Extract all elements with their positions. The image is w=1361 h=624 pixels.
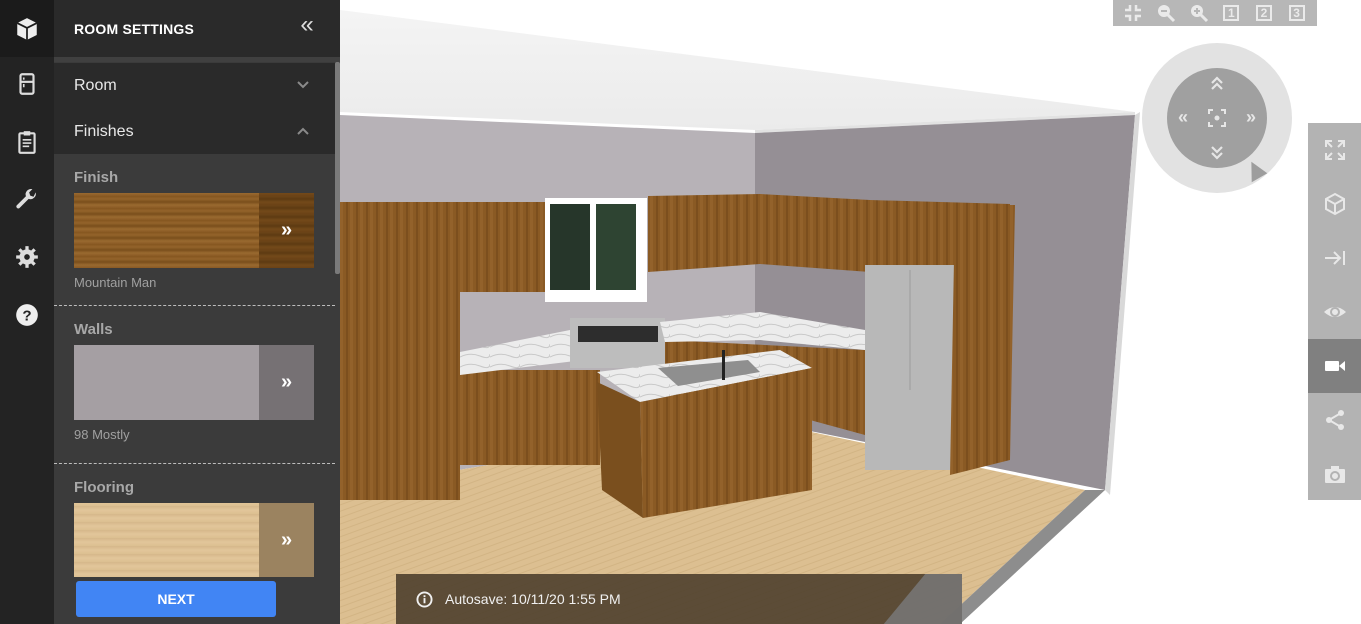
cube-outline-icon	[1324, 192, 1345, 216]
window-glass	[550, 204, 590, 290]
autosave-text: Autosave: 10/11/20 1:55 PM	[445, 591, 621, 607]
window-glass	[596, 204, 636, 290]
eye-icon	[1323, 307, 1346, 317]
room-settings-panel: ROOM SETTINGS « Room Finishes Finish » M…	[54, 0, 340, 624]
view-2-button[interactable]: 2	[1252, 2, 1276, 24]
rail-tools-button[interactable]	[0, 171, 54, 228]
double-chevron-up-icon	[1211, 76, 1223, 90]
next-button[interactable]: NEXT	[76, 581, 276, 617]
gear-icon	[16, 245, 38, 268]
double-chevron-left-icon: «	[1177, 106, 1188, 127]
pan-up-button[interactable]	[1206, 72, 1228, 94]
dial-inner: « »	[1167, 68, 1267, 168]
pan-left-button[interactable]: «	[1172, 106, 1194, 128]
fullscreen-button[interactable]	[1308, 123, 1361, 177]
arrow-to-right-icon	[1324, 251, 1345, 265]
focus-center-icon	[1208, 109, 1226, 127]
zoom-out-icon	[1157, 5, 1176, 23]
panel-title: ROOM SETTINGS	[74, 20, 195, 37]
camera-icon	[1324, 466, 1345, 483]
double-chevron-right-icon: »	[280, 219, 293, 241]
kitchen-planner-app: ? ROOM SETTINGS « Room Finishes Finish »…	[0, 0, 1361, 624]
zoom-out-button[interactable]	[1154, 2, 1178, 24]
share-icon	[1325, 410, 1344, 430]
view-1-label: 1	[1223, 5, 1240, 21]
svg-text:?: ?	[22, 307, 31, 324]
finish-label: Finish	[74, 169, 119, 186]
flooring-label: Flooring	[74, 479, 134, 496]
finish-swatch-texture	[74, 193, 259, 268]
exit-fullscreen-button[interactable]	[1121, 2, 1145, 24]
clipboard-icon	[18, 130, 36, 154]
cube-icon	[16, 17, 38, 40]
view-2-label: 2	[1255, 5, 1272, 21]
flooring-swatch[interactable]: »	[74, 503, 314, 577]
rail-help-button[interactable]: ?	[0, 286, 54, 343]
jump-to-button[interactable]	[1308, 231, 1361, 285]
base-cabinet	[460, 370, 600, 465]
faucet	[722, 350, 725, 380]
view-3-button[interactable]: 3	[1285, 2, 1309, 24]
section-divider	[54, 305, 335, 306]
pan-right-button[interactable]: »	[1240, 106, 1262, 128]
wrench-icon	[16, 188, 36, 208]
double-chevron-down-icon	[1211, 146, 1223, 160]
help-icon: ?	[16, 303, 38, 326]
rail-settings-button[interactable]	[0, 228, 54, 285]
share-button[interactable]	[1308, 393, 1361, 447]
double-chevron-right-icon: »	[280, 371, 293, 393]
accordion-room-label: Room	[74, 77, 117, 94]
accordion-finishes[interactable]: Finishes	[54, 109, 340, 154]
range-cooktop	[578, 326, 658, 342]
visibility-button[interactable]	[1308, 285, 1361, 339]
collapse-panel-button[interactable]: «	[296, 13, 318, 38]
view-3-label: 3	[1288, 5, 1305, 21]
range-stove	[570, 318, 665, 368]
screenshot-button[interactable]	[1308, 447, 1361, 501]
double-chevron-right-icon: »	[1245, 106, 1256, 127]
chevron-down-icon	[297, 81, 309, 89]
flooring-swatch-texture	[74, 503, 259, 577]
tall-cabinet	[950, 205, 1015, 475]
view-toolbar: 1 2 3	[1113, 0, 1317, 26]
section-divider	[54, 463, 335, 464]
walls-swatch-color	[74, 345, 259, 420]
panel-divider	[54, 57, 340, 62]
finish-value: Mountain Man	[74, 275, 157, 290]
icon-rail: ?	[0, 0, 54, 624]
walls-label: Walls	[74, 321, 113, 338]
rail-summary-button[interactable]	[0, 113, 54, 170]
walls-swatch-arrow-button[interactable]: »	[259, 345, 314, 420]
walls-swatch[interactable]: »	[74, 345, 314, 420]
video-camera-icon	[1324, 361, 1345, 371]
flooring-swatch-arrow-button[interactable]: »	[259, 503, 314, 577]
zoom-in-button[interactable]	[1187, 2, 1211, 24]
3d-view-button[interactable]	[1308, 177, 1361, 231]
camera-navigation-dial[interactable]: « »	[1142, 43, 1292, 193]
right-toolbar	[1308, 123, 1361, 500]
panel-header: ROOM SETTINGS «	[54, 0, 340, 57]
refrigerator-icon	[19, 72, 35, 95]
chevron-up-icon	[297, 127, 309, 135]
info-icon	[416, 590, 433, 608]
recenter-button[interactable]	[1206, 107, 1228, 129]
double-chevron-right-icon: »	[280, 529, 293, 551]
pantry-cabinet	[340, 210, 460, 500]
accordion-finishes-label: Finishes	[74, 122, 134, 140]
walls-value: 98 Mostly	[74, 427, 130, 442]
compress-icon	[1125, 5, 1142, 21]
autosave-status-bar: Autosave: 10/11/20 1:55 PM	[396, 574, 962, 624]
zoom-in-icon	[1190, 5, 1208, 23]
finish-swatch-arrow-button[interactable]: »	[259, 193, 314, 268]
upper-cabinet	[455, 202, 547, 292]
view-1-button[interactable]: 1	[1219, 2, 1243, 24]
finish-swatch[interactable]: »	[74, 193, 314, 268]
accordion-room[interactable]: Room	[54, 63, 340, 109]
pan-down-button[interactable]	[1206, 142, 1228, 164]
ceiling	[340, 10, 1135, 130]
rail-room-design-button[interactable]	[0, 0, 54, 57]
rail-appliances-button[interactable]	[0, 55, 54, 112]
video-camera-button[interactable]	[1308, 339, 1361, 393]
expand-icon	[1324, 140, 1345, 160]
